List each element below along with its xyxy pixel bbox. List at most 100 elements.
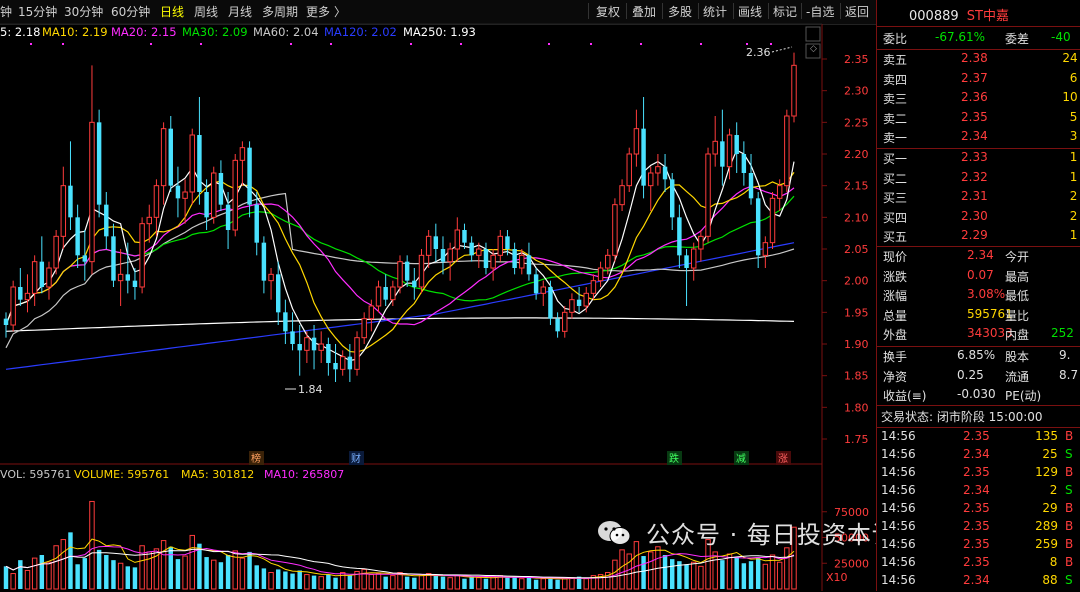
volume-bar[interactable] — [540, 578, 546, 590]
stat2-row[interactable]: 换手 6.85% 股本 9. — [877, 348, 1080, 367]
candle[interactable] — [96, 109, 102, 218]
candle[interactable] — [297, 325, 302, 376]
volume-bar[interactable] — [117, 562, 124, 590]
volume-bar[interactable] — [211, 559, 217, 590]
event-tag-cai[interactable]: 财 — [351, 452, 361, 465]
volume-bar[interactable] — [75, 564, 80, 589]
volume-bar[interactable] — [261, 568, 267, 589]
stat-row[interactable]: 总量 595761 量比 — [877, 307, 1080, 326]
candle[interactable] — [755, 192, 761, 268]
volume-bar[interactable] — [297, 570, 302, 589]
candle[interactable] — [160, 122, 167, 205]
candle[interactable] — [354, 331, 360, 376]
candle[interactable] — [769, 192, 776, 249]
volume-bar[interactable] — [562, 578, 568, 590]
candle[interactable] — [153, 179, 160, 237]
candle[interactable] — [698, 230, 704, 262]
volume-bar[interactable] — [39, 555, 45, 589]
candle[interactable] — [454, 217, 461, 262]
candle[interactable] — [425, 230, 432, 268]
candle[interactable] — [712, 116, 718, 167]
volume-bar[interactable] — [418, 575, 425, 590]
candle[interactable] — [333, 344, 338, 382]
event-tag-jian[interactable]: 减 — [736, 453, 746, 465]
volume-bar[interactable] — [662, 555, 668, 589]
volume-bar[interactable] — [454, 575, 461, 590]
volume-bar[interactable] — [762, 563, 769, 590]
volume-bar[interactable] — [125, 566, 131, 589]
stat-row[interactable]: 现价 2.34 今开 — [877, 248, 1080, 267]
volume-bar[interactable] — [390, 575, 396, 590]
tick-row[interactable]: 14:56 2.35 8 B — [877, 555, 1080, 574]
volume-bar[interactable] — [626, 553, 632, 590]
candle[interactable] — [648, 166, 654, 211]
candle[interactable] — [497, 230, 504, 262]
bid-row[interactable]: 买四 2.30 2 — [877, 209, 1080, 228]
volume-bar[interactable] — [519, 578, 525, 590]
volume-bar[interactable] — [404, 576, 410, 589]
volume-bar[interactable] — [476, 577, 482, 590]
candle[interactable] — [117, 249, 124, 306]
candle[interactable] — [3, 312, 9, 338]
bid-row[interactable]: 买五 2.29 1 — [877, 228, 1080, 247]
candle[interactable] — [576, 287, 582, 313]
candle[interactable] — [311, 325, 317, 370]
volume-bar[interactable] — [433, 574, 439, 589]
volume-bar[interactable] — [583, 578, 589, 590]
scroll-up-icon[interactable] — [805, 26, 821, 42]
candle[interactable] — [619, 179, 625, 211]
volume-bar[interactable] — [31, 557, 38, 590]
candle[interactable] — [677, 204, 682, 268]
candle[interactable] — [447, 242, 453, 281]
candle[interactable] — [748, 154, 754, 205]
volume-bar[interactable] — [490, 576, 496, 590]
volume-bar[interactable] — [326, 574, 331, 589]
candle[interactable] — [562, 306, 568, 338]
candle[interactable] — [53, 230, 59, 275]
volume-bar[interactable] — [204, 557, 209, 589]
tick-row[interactable]: 14:56 2.35 259 B — [877, 537, 1080, 556]
candle[interactable] — [290, 312, 295, 351]
candle[interactable] — [597, 261, 604, 287]
candle[interactable] — [690, 242, 697, 281]
volume-bar[interactable] — [505, 577, 510, 589]
ask-row[interactable]: 卖三 2.36 10 — [877, 90, 1080, 109]
tick-row[interactable]: 14:56 2.35 129 B — [877, 465, 1080, 484]
candle[interactable] — [440, 236, 446, 275]
volume-bar[interactable] — [368, 574, 375, 590]
candle[interactable] — [361, 312, 367, 344]
candle[interactable] — [762, 236, 769, 268]
candle[interactable] — [548, 280, 553, 325]
volume-bar[interactable] — [619, 549, 625, 590]
volume-bar[interactable] — [726, 553, 733, 590]
volume-bar[interactable] — [784, 547, 790, 590]
volume-bar[interactable] — [10, 573, 16, 590]
volume-bar[interactable] — [225, 555, 231, 589]
candle[interactable] — [89, 65, 95, 275]
candle[interactable] — [318, 331, 324, 363]
volume-bar[interactable] — [68, 532, 73, 589]
event-tag-die[interactable]: 跌 — [669, 452, 679, 465]
tick-row[interactable]: 14:56 2.34 25 S — [877, 447, 1080, 466]
ask-row[interactable]: 卖二 2.35 5 — [877, 110, 1080, 129]
candle[interactable] — [433, 223, 439, 262]
candle[interactable] — [218, 160, 224, 211]
candle[interactable] — [512, 242, 517, 275]
tick-row[interactable]: 14:56 2.34 88 S — [877, 573, 1080, 592]
candle[interactable] — [18, 268, 23, 306]
volume-bar[interactable] — [247, 551, 252, 589]
volume-bar[interactable] — [669, 559, 675, 589]
volume-bar[interactable] — [533, 579, 539, 589]
candle[interactable] — [261, 236, 267, 294]
ask-row[interactable]: 卖五 2.38 24 — [877, 51, 1080, 70]
candle[interactable] — [268, 268, 274, 300]
candle[interactable] — [211, 166, 217, 224]
candle[interactable] — [39, 236, 45, 294]
volume-bar[interactable] — [311, 575, 317, 589]
candle[interactable] — [641, 97, 646, 199]
volume-bar[interactable] — [412, 577, 417, 589]
candle[interactable] — [104, 192, 109, 249]
candle[interactable] — [662, 154, 668, 192]
volume-bar[interactable] — [304, 574, 310, 590]
volume-bar[interactable] — [440, 576, 446, 589]
